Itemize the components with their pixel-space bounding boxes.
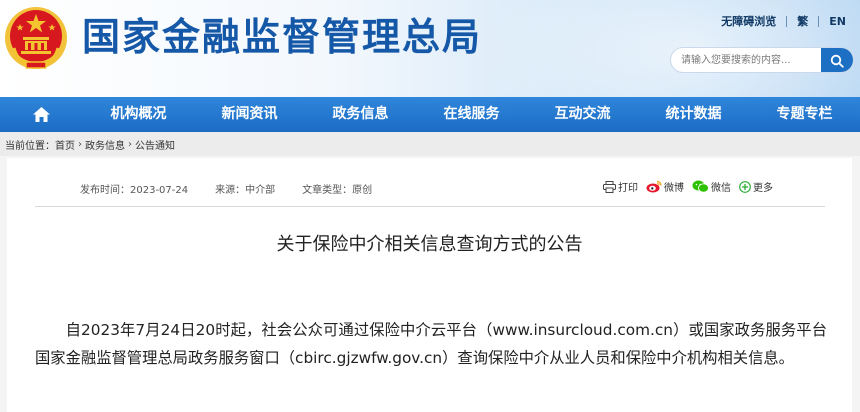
nav-item-special-topics[interactable]: 专题专栏 bbox=[749, 97, 860, 132]
breadcrumb: 当前位置： 首页 › 政务信息 › 公告通知 bbox=[0, 132, 860, 156]
breadcrumb-separator: › bbox=[78, 138, 82, 150]
breadcrumb-separator: › bbox=[128, 138, 132, 150]
article-meta: 发布时间：2023-07-24 来源：中介部 文章类型：原创 bbox=[80, 181, 399, 196]
printer-icon bbox=[603, 180, 616, 193]
top-link-divider bbox=[818, 15, 820, 27]
breadcrumb-government-info[interactable]: 政务信息 bbox=[85, 137, 125, 152]
breadcrumb-home[interactable]: 首页 bbox=[55, 137, 75, 152]
breadcrumb-announcements[interactable]: 公告通知 bbox=[135, 137, 175, 152]
article-body: 自2023年7月24日20时起，社会公众可通过保险中介云平台（www.insur… bbox=[35, 321, 827, 367]
breadcrumb-label: 当前位置： bbox=[5, 140, 55, 152]
article-card: 发布时间：2023-07-24 来源：中介部 文章类型：原创 打印 微博 微信 … bbox=[7, 158, 852, 412]
nav-item-interaction[interactable]: 互动交流 bbox=[527, 97, 638, 132]
home-icon bbox=[33, 107, 50, 122]
wechat-label: 微信 bbox=[711, 183, 731, 194]
nav-item-online-service[interactable]: 在线服务 bbox=[416, 97, 527, 132]
weibo-share-button[interactable]: 微博 bbox=[646, 179, 684, 194]
nav-item-government-info[interactable]: 政务信息 bbox=[305, 97, 416, 132]
more-share-button[interactable]: 更多 bbox=[739, 179, 773, 194]
print-button[interactable]: 打印 bbox=[603, 179, 638, 194]
weibo-label: 微博 bbox=[664, 183, 684, 194]
article-type: 文章类型：原创 bbox=[302, 185, 373, 196]
wechat-share-button[interactable]: 微信 bbox=[692, 179, 731, 194]
plus-circle-icon bbox=[739, 180, 751, 193]
search-button[interactable] bbox=[821, 48, 853, 72]
site-title: 国家金融监督管理总局 bbox=[82, 15, 483, 59]
meta-divider bbox=[35, 206, 825, 207]
article-title: 关于保险中介相关信息查询方式的公告 bbox=[276, 234, 583, 255]
article-source: 来源：中介部 bbox=[215, 185, 276, 196]
top-link-divider bbox=[786, 15, 788, 27]
nav-item-institution[interactable]: 机构概况 bbox=[83, 97, 194, 132]
search-box bbox=[670, 47, 854, 73]
nav-item-news[interactable]: 新闻资讯 bbox=[194, 97, 305, 132]
top-links: 无障碍浏览 繁 EN bbox=[721, 13, 846, 29]
more-label: 更多 bbox=[753, 183, 773, 194]
publish-time: 发布时间：2023-07-24 bbox=[80, 185, 189, 196]
nav-item-statistics[interactable]: 统计数据 bbox=[638, 97, 749, 132]
traditional-chinese-link[interactable]: 繁 bbox=[797, 13, 808, 29]
main-nav: 机构概况 新闻资讯 政务信息 在线服务 互动交流 统计数据 专题专栏 bbox=[0, 97, 860, 132]
search-icon bbox=[830, 54, 844, 68]
english-link[interactable]: EN bbox=[829, 15, 846, 28]
site-header: 国家金融监督管理总局 无障碍浏览 繁 EN bbox=[0, 0, 860, 97]
national-emblem-icon bbox=[5, 7, 67, 69]
wechat-icon bbox=[692, 180, 709, 193]
nav-home[interactable] bbox=[0, 97, 83, 132]
accessibility-link[interactable]: 无障碍浏览 bbox=[721, 13, 776, 29]
search-input[interactable] bbox=[671, 48, 821, 72]
weibo-icon bbox=[646, 180, 662, 193]
print-label: 打印 bbox=[618, 183, 638, 194]
share-bar: 打印 微博 微信 更多 bbox=[603, 179, 781, 194]
